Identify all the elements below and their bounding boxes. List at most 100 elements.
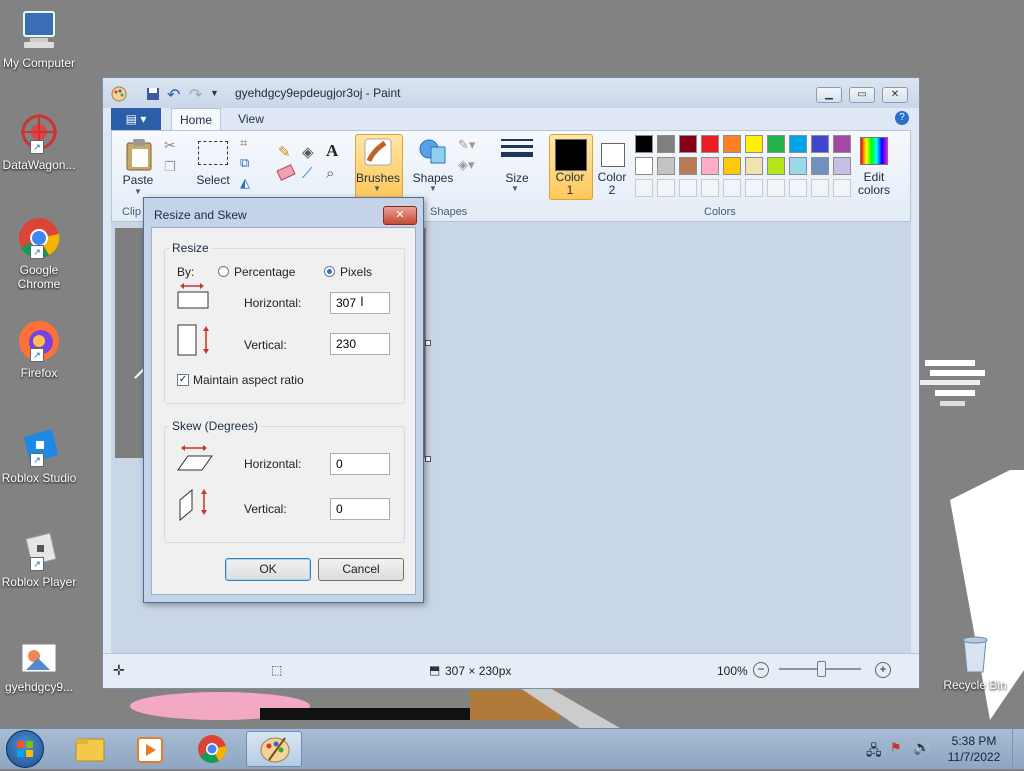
color-picker-icon[interactable]: ⟋: [302, 165, 313, 182]
taskbar-media-player-button[interactable]: [122, 731, 178, 767]
pixels-label[interactable]: Pixels: [340, 265, 372, 279]
clock-date[interactable]: 11/7/2022: [944, 750, 1004, 764]
text-icon[interactable]: A: [326, 141, 338, 161]
quick-access-dropdown-icon[interactable]: ▼: [210, 88, 219, 98]
crop-icon[interactable]: ⌗: [240, 135, 247, 151]
resize-icon[interactable]: ⧉: [240, 155, 249, 171]
desktop-icon-google-chrome[interactable]: ↗ Google Chrome: [0, 215, 78, 291]
dropdown-arrow-icon[interactable]: ▼: [134, 187, 142, 196]
palette-color-swatch[interactable]: [745, 157, 763, 175]
minimize-button[interactable]: ▁: [816, 87, 842, 103]
help-icon[interactable]: ?: [895, 111, 909, 125]
resize-vertical-input[interactable]: [330, 333, 390, 355]
edit-colors-button[interactable]: Edit colors: [852, 171, 896, 197]
palette-color-swatch[interactable]: [833, 157, 851, 175]
percentage-label[interactable]: Percentage: [234, 265, 295, 279]
undo-icon[interactable]: ↶: [167, 85, 180, 105]
tab-home[interactable]: Home: [171, 108, 221, 130]
custom-color-slot[interactable]: [745, 179, 763, 197]
color2-swatch[interactable]: [601, 143, 625, 167]
file-menu-button[interactable]: ▤ ▾: [111, 108, 161, 130]
palette-color-swatch[interactable]: [833, 135, 851, 153]
fill-icon[interactable]: ◈: [302, 143, 314, 161]
start-button[interactable]: [6, 730, 44, 768]
desktop-icon-my-computer[interactable]: My Computer: [0, 8, 78, 70]
skew-horizontal-input[interactable]: [330, 453, 390, 475]
cut-icon[interactable]: ✂: [164, 137, 176, 154]
palette-color-swatch[interactable]: [701, 157, 719, 175]
desktop-icon-datawagon[interactable]: ↗ DataWagon...: [0, 110, 78, 172]
canvas-resize-handle[interactable]: [425, 456, 431, 462]
pencil-icon[interactable]: ✎: [278, 143, 291, 161]
copy-icon[interactable]: ❐: [164, 159, 176, 175]
maintain-aspect-label[interactable]: Maintain aspect ratio: [193, 373, 304, 387]
paste-button[interactable]: Paste: [118, 173, 158, 187]
desktop-icon-recycle-bin[interactable]: Recycle Bin: [936, 630, 1014, 692]
desktop-icon-roblox-player[interactable]: ↗ Roblox Player: [0, 527, 78, 589]
palette-color-swatch[interactable]: [635, 135, 653, 153]
cancel-button[interactable]: Cancel: [318, 558, 404, 581]
skew-vertical-input[interactable]: [330, 498, 390, 520]
eraser-icon[interactable]: [276, 164, 296, 181]
custom-color-slot[interactable]: [701, 179, 719, 197]
dropdown-arrow-icon[interactable]: ▼: [511, 184, 519, 193]
network-icon[interactable]: 🖧: [866, 740, 882, 764]
close-button[interactable]: ✕: [882, 87, 908, 103]
brushes-button[interactable]: Brushes: [355, 171, 401, 185]
maintain-aspect-checkbox[interactable]: ✓: [177, 374, 189, 386]
maximize-button[interactable]: ▭: [849, 87, 875, 103]
canvas-resize-handle[interactable]: [425, 340, 431, 346]
custom-color-slot[interactable]: [789, 179, 807, 197]
palette-color-swatch[interactable]: [789, 157, 807, 175]
custom-color-slot[interactable]: [833, 179, 851, 197]
color1-button[interactable]: Color 1: [551, 171, 589, 197]
rotate-icon[interactable]: ◭: [240, 175, 250, 191]
color1-swatch[interactable]: [555, 139, 587, 171]
pixels-radio[interactable]: [324, 266, 335, 277]
percentage-radio[interactable]: [218, 266, 229, 277]
custom-color-slot[interactable]: [635, 179, 653, 197]
desktop-icon-roblox-studio[interactable]: ↗ Roblox Studio: [0, 423, 78, 485]
desktop-icon-image-file[interactable]: gyehdgcy9...: [0, 640, 78, 694]
magnifier-icon[interactable]: ⌕: [326, 165, 334, 182]
palette-color-swatch[interactable]: [679, 157, 697, 175]
taskbar-explorer-button[interactable]: [62, 731, 118, 767]
taskbar-chrome-button[interactable]: [184, 731, 240, 767]
palette-color-swatch[interactable]: [679, 135, 697, 153]
desktop-icon-firefox[interactable]: ↗ Firefox: [0, 318, 78, 380]
custom-color-slot[interactable]: [767, 179, 785, 197]
show-desktop-button[interactable]: [1012, 729, 1024, 769]
dropdown-arrow-icon[interactable]: ▼: [429, 184, 437, 193]
shapes-button[interactable]: Shapes: [410, 171, 456, 185]
palette-color-swatch[interactable]: [789, 135, 807, 153]
outline-icon[interactable]: ✎▾: [458, 137, 475, 153]
zoom-out-button[interactable]: −: [753, 662, 769, 678]
select-button[interactable]: Select: [192, 173, 234, 187]
size-button[interactable]: Size: [497, 171, 537, 185]
palette-color-swatch[interactable]: [657, 135, 675, 153]
palette-color-swatch[interactable]: [767, 135, 785, 153]
save-icon[interactable]: [146, 87, 160, 101]
redo-icon[interactable]: ↷: [189, 85, 202, 105]
palette-color-swatch[interactable]: [767, 157, 785, 175]
palette-color-swatch[interactable]: [723, 135, 741, 153]
custom-color-slot[interactable]: [679, 179, 697, 197]
palette-color-swatch[interactable]: [657, 157, 675, 175]
tab-view[interactable]: View: [229, 108, 273, 130]
taskbar-paint-button[interactable]: [246, 731, 302, 767]
color2-button[interactable]: Color 2: [593, 171, 631, 197]
custom-color-slot[interactable]: [811, 179, 829, 197]
palette-color-swatch[interactable]: [723, 157, 741, 175]
paint-app-icon[interactable]: [111, 86, 127, 102]
clock-time[interactable]: 5:38 PM: [944, 734, 1004, 748]
custom-color-slot[interactable]: [723, 179, 741, 197]
zoom-slider-thumb[interactable]: [817, 661, 826, 677]
zoom-in-button[interactable]: +: [875, 662, 891, 678]
palette-color-swatch[interactable]: [701, 135, 719, 153]
ok-button[interactable]: OK: [225, 558, 311, 581]
dialog-close-button[interactable]: ✕: [383, 206, 417, 225]
action-center-icon[interactable]: ⚑: [890, 740, 902, 756]
palette-color-swatch[interactable]: [811, 135, 829, 153]
select-icon[interactable]: [198, 141, 228, 165]
palette-color-swatch[interactable]: [811, 157, 829, 175]
